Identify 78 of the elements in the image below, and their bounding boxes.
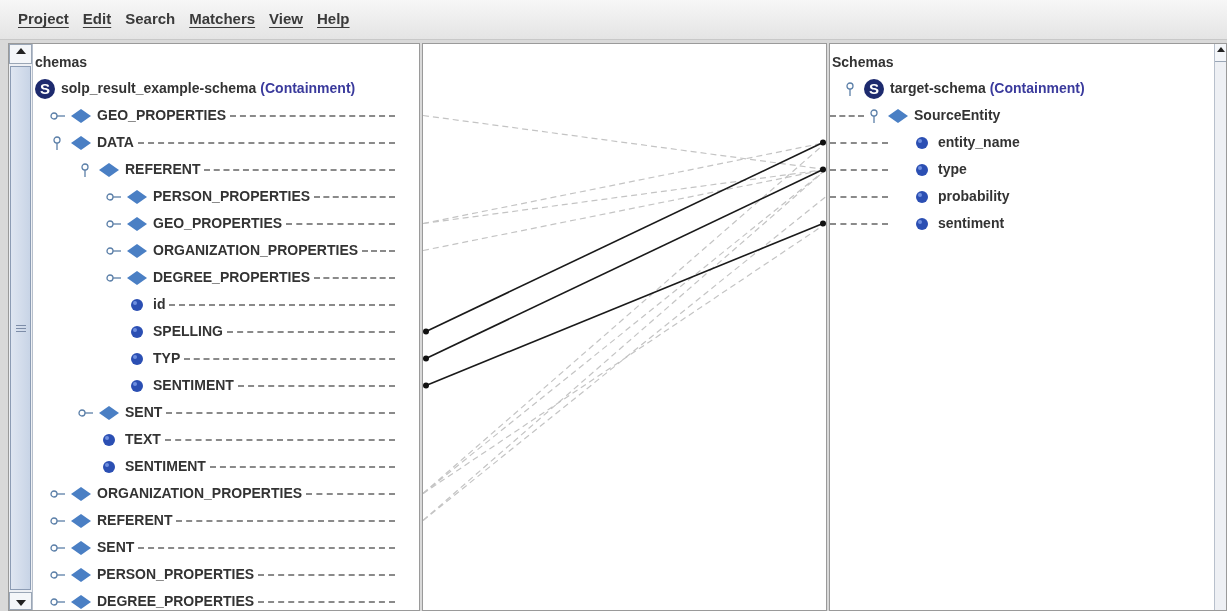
dot-icon [130, 378, 144, 393]
dot-icon [102, 459, 116, 474]
node-label: SPELLING [153, 322, 223, 341]
up-arrow-icon [15, 48, 26, 54]
dot-icon [130, 324, 144, 339]
node-label: SENTIMENT [125, 457, 206, 476]
dot-icon [130, 351, 144, 366]
leader-line [830, 195, 888, 198]
diamond-icon [99, 162, 119, 177]
diamond-icon [71, 540, 91, 555]
leader-line [830, 168, 888, 171]
leader-line [830, 141, 888, 144]
dot-icon [915, 189, 929, 204]
node-label: PERSON_PROPERTIES [153, 187, 311, 206]
vertical-scrollbar[interactable] [1214, 44, 1226, 610]
diamond-icon [71, 135, 91, 150]
scroll-up-button[interactable] [9, 44, 32, 64]
menu-item[interactable]: Help [317, 8, 350, 31]
node-label: TEXT [125, 430, 161, 449]
node-label: solp_result_example-schema [61, 79, 257, 98]
dot-icon [915, 162, 929, 177]
node-label: REFERENT [97, 511, 173, 530]
scroll-down-button[interactable] [9, 592, 32, 610]
node-label: DEGREE_PROPERTIES [97, 592, 255, 610]
dot-icon [915, 135, 929, 150]
node-label: SENT [97, 538, 135, 557]
scroll-up-button[interactable] [1215, 44, 1226, 62]
node-label: GEO_PROPERTIES [97, 106, 227, 125]
diamond-icon [71, 513, 91, 528]
leader-line [830, 222, 888, 225]
node-label: GEO_PROPERTIES [153, 214, 283, 233]
node-label: target-schema [890, 79, 986, 98]
menu-item[interactable]: Edit [82, 8, 112, 31]
menu-item[interactable]: View [269, 8, 304, 31]
node-label: type [938, 160, 967, 179]
node-label: probability [938, 187, 1010, 206]
diamond-icon [888, 108, 908, 123]
node-label: REFERENT [125, 160, 201, 179]
diamond-icon [71, 108, 91, 123]
diamond-icon [71, 486, 91, 501]
diamond-icon [127, 270, 147, 285]
diamond-icon [127, 243, 147, 258]
node-label: PERSON_PROPERTIES [97, 565, 255, 584]
menu-item[interactable]: Matchers [189, 8, 256, 31]
diamond-icon [127, 189, 147, 204]
node-label: SENTIMENT [153, 376, 234, 395]
node-qualifier: (Containment) [989, 79, 1085, 98]
node-qualifier: (Containment) [260, 79, 356, 98]
down-arrow-icon [15, 600, 26, 606]
node-label: SENT [125, 403, 163, 422]
node-label: id [153, 295, 166, 314]
node-label: SourceEntity [914, 106, 1001, 125]
node-label: ORGANIZATION_PROPERTIES [97, 484, 303, 503]
dot-icon [102, 432, 116, 447]
diamond-icon [99, 405, 119, 420]
dot-icon [130, 297, 144, 312]
vertical-scrollbar[interactable] [9, 44, 33, 610]
node-label: sentiment [938, 214, 1005, 233]
leader-line [362, 249, 395, 252]
panel-header: Schemas [832, 52, 894, 72]
diamond-icon [127, 216, 147, 231]
node-label: DEGREE_PROPERTIES [153, 268, 311, 287]
node-label: ORGANIZATION_PROPERTIES [153, 241, 359, 260]
menu-item[interactable]: Project [18, 8, 69, 31]
schema-icon: S [864, 78, 884, 99]
panel-header: chemas [35, 52, 88, 72]
dot-icon [915, 216, 929, 231]
scroll-thumb[interactable] [10, 66, 31, 590]
grip-icon [15, 324, 26, 332]
schema-icon: S [35, 78, 55, 99]
leader-line [830, 114, 864, 117]
node-label: entity_name [938, 133, 1020, 152]
up-arrow-icon [1216, 47, 1225, 52]
node-label: TYP [153, 349, 181, 368]
diamond-icon [71, 594, 91, 609]
menu-item[interactable]: Search [125, 8, 176, 31]
node-label: DATA [97, 133, 134, 152]
diamond-icon [71, 567, 91, 582]
